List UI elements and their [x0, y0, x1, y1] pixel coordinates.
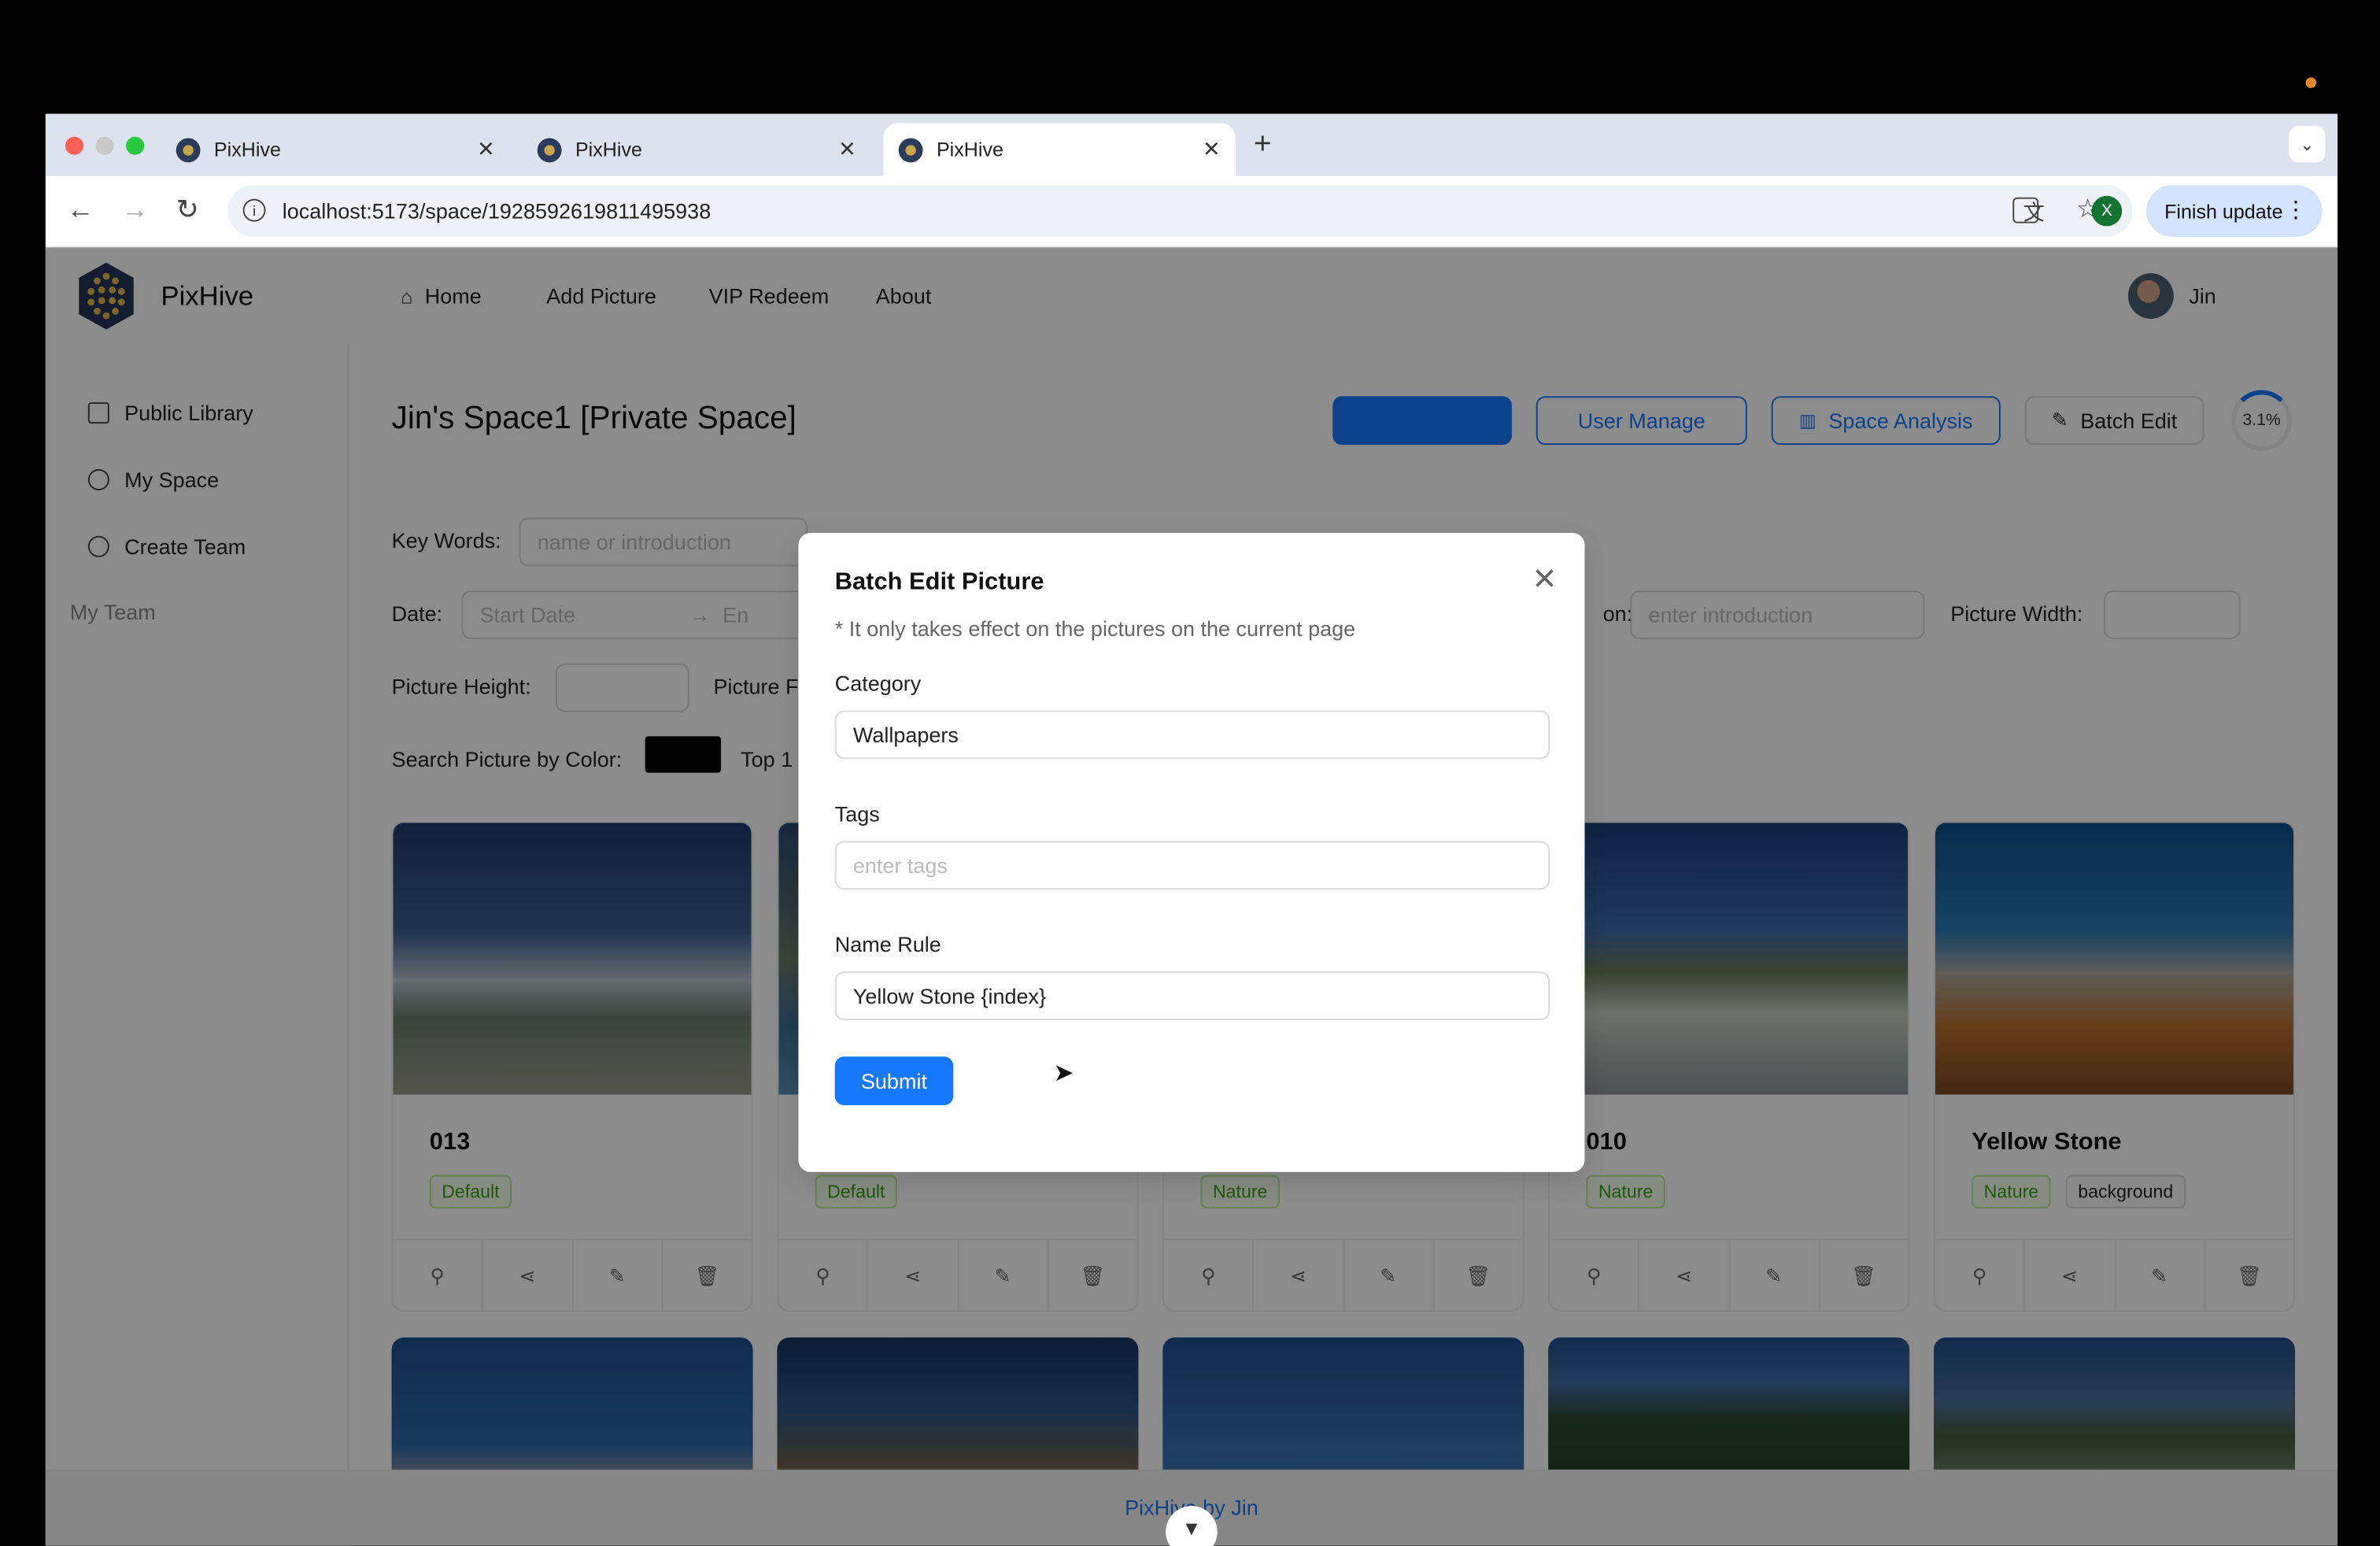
submit-button[interactable]: Submit	[834, 1056, 954, 1106]
browser-tab[interactable]: PixHive ✕	[161, 123, 510, 176]
tab-title: PixHive	[575, 138, 642, 161]
batch-edit-modal: Batch Edit Picture ✕ * It only takes eff…	[798, 532, 1585, 1172]
tab-search-icon[interactable]: ⌄	[2289, 126, 2326, 163]
site-info-icon[interactable]: i	[242, 198, 266, 222]
tab-title: PixHive	[936, 138, 1003, 161]
close-tab-icon[interactable]: ✕	[477, 137, 495, 163]
pixhive-favicon-icon	[176, 137, 201, 162]
address-bar-row: ← → ↻ i localhost:5173/space/19285926198…	[45, 176, 2338, 248]
finish-update-button[interactable]: Finish update ⋮	[2145, 185, 2323, 237]
more-menu-icon[interactable]: ⋮	[2285, 196, 2308, 224]
extensions-icon[interactable]	[2012, 197, 2039, 224]
new-tab-icon[interactable]: +	[1254, 128, 1272, 162]
mouse-cursor-icon: ➤	[1053, 1061, 1074, 1087]
name-rule-label: Name Rule	[834, 932, 941, 957]
maximize-window-button[interactable]	[126, 136, 145, 155]
close-tab-icon[interactable]: ✕	[1203, 137, 1221, 163]
browser-window: PixHive ✕ PixHive ✕ PixHive ✕ + ⌄ ← → ↻ …	[45, 113, 2338, 1546]
back-icon[interactable]: ←	[67, 194, 94, 227]
category-input[interactable]: Wallpapers	[834, 710, 1550, 760]
tags-label: Tags	[834, 801, 880, 827]
category-label: Category	[834, 671, 922, 696]
url-text: localhost:5173/space/1928592619811495938	[282, 198, 711, 224]
modal-title: Batch Edit Picture	[834, 569, 1044, 596]
close-window-button[interactable]	[65, 136, 84, 155]
name-rule-input[interactable]: Yellow Stone {index}	[834, 971, 1550, 1021]
modal-note: * It only takes effect on the pictures o…	[834, 616, 1356, 641]
tags-input[interactable]: enter tags	[834, 841, 1550, 890]
finish-update-label: Finish update	[2164, 199, 2283, 223]
url-field[interactable]: i localhost:5173/space/19285926198114959…	[227, 185, 2133, 237]
minimize-window-button[interactable]	[95, 136, 114, 155]
close-tab-icon[interactable]: ✕	[838, 137, 856, 163]
close-icon[interactable]: ✕	[1532, 560, 1557, 598]
tab-title: PixHive	[213, 138, 281, 161]
forward-icon[interactable]: →	[121, 194, 149, 227]
profile-avatar[interactable]: X	[2091, 195, 2123, 227]
tab-bar: PixHive ✕ PixHive ✕ PixHive ✕ + ⌄	[45, 113, 2338, 176]
recording-indicator	[2305, 77, 2317, 88]
browser-tab[interactable]: PixHive ✕	[522, 123, 871, 176]
pixhive-favicon-icon	[898, 137, 923, 162]
reload-icon[interactable]: ↻	[176, 194, 199, 227]
browser-tab-active[interactable]: PixHive ✕	[883, 123, 1236, 176]
pixhive-favicon-icon	[537, 137, 562, 162]
app: PixHive ⌂ Home Add Picture VIP Redeem Ab…	[45, 247, 2338, 1546]
